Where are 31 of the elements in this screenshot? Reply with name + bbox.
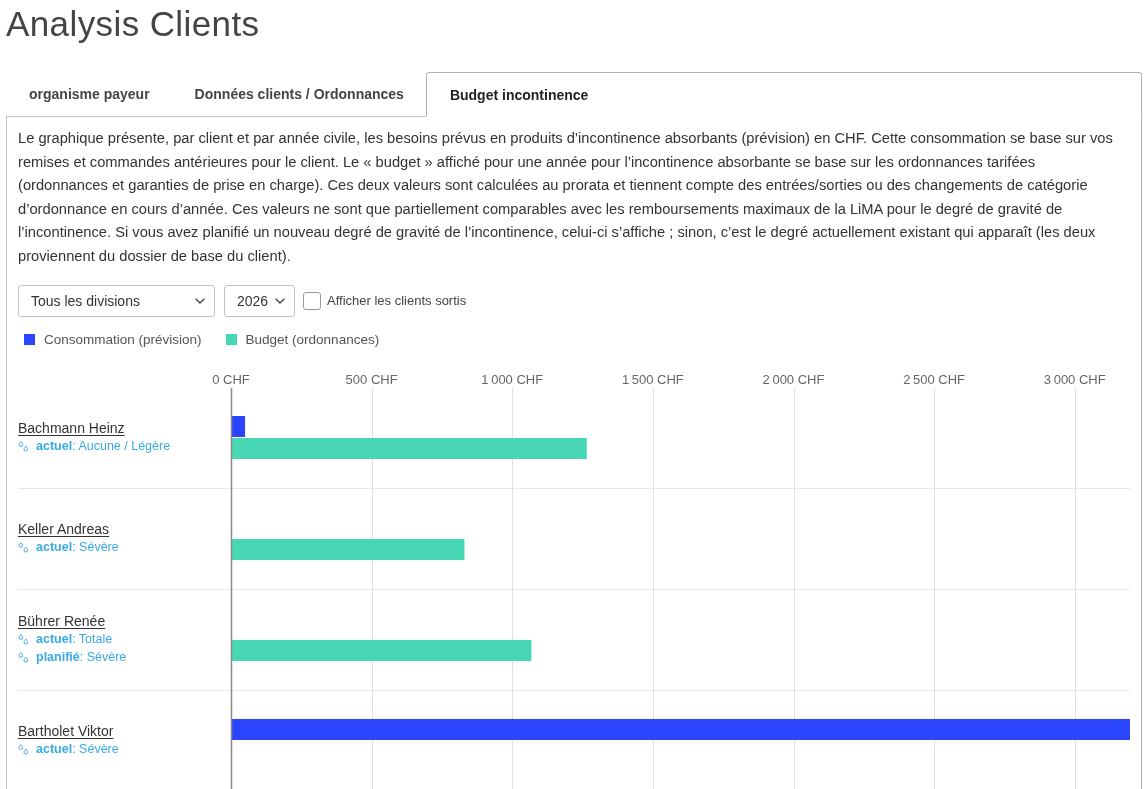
client-name-link[interactable]: Keller Andreas xyxy=(18,520,110,538)
axis-tick-label: 2 000 CHF xyxy=(762,372,825,387)
client-name-link[interactable]: Bachmann Heinz xyxy=(18,419,125,437)
chevron-down-icon xyxy=(195,298,205,304)
severity-text: actuel: Sévère xyxy=(36,539,119,556)
client-name-link[interactable]: Bührer Renée xyxy=(18,612,106,630)
description-text: Le graphique présente, par client et par année civile, les besoins prévus en produits d’incontinence absorbants (prévision) en CHF. Cette consommation se base sur vos remises et commandes antérieures pour le client. Le « budget » affiché pour une année pour l’incontinence absorbante se base sur les ordonnances tarifées (ordonnances et garanties de prise en charge). Ces deux valeurs sont calculées au prorata et tiennent compte des entrées/sorties ou des changements de catégorie d’ordonnance en cours d’année. Ces valeurs ne sont que partiellement comparables avec les remboursements maximaux de la LiMA pour le degré de gravité de l’incontinence. Si vous avez planifié un nouveau degré de gravité de l’incontinence, celui-ci s’affiche ; sinon, c’est le degré actuellement existant qui apparaît (les deux proviennent du dossier de base du client). xyxy=(18,129,1114,266)
severity-text: actuel: Totale xyxy=(36,631,113,648)
drops-icon xyxy=(18,651,29,663)
checkbox-label: Afficher les clients sortis xyxy=(327,292,467,308)
legend-label: Consommation (prévision) xyxy=(44,331,202,347)
legend-label: Budget (ordonnances) xyxy=(245,331,380,347)
axis-tick-label: 1 500 CHF xyxy=(621,372,684,387)
drops-icon xyxy=(18,633,29,645)
drops-icon xyxy=(18,743,29,755)
client-name-link[interactable]: Bartholet Viktor xyxy=(18,722,114,740)
year-select[interactable]: 2026 xyxy=(224,285,295,317)
severity-text: actuel: Aucune / Légère xyxy=(36,438,171,455)
severity-text: planifié: Sévère xyxy=(36,649,127,666)
chevron-down-icon xyxy=(275,298,285,304)
drops-icon xyxy=(18,440,29,452)
division-select[interactable]: Tous les divisions xyxy=(18,285,215,317)
severity-text: actuel: Sévère xyxy=(36,741,119,758)
axis-tick-label: 3 000 CHF xyxy=(1043,372,1106,387)
drops-icon xyxy=(18,541,29,553)
axis-tick-label: 2 500 CHF xyxy=(903,372,966,387)
axis-tick-label: 500 CHF xyxy=(345,372,398,387)
page-title: Analysis Clients xyxy=(6,3,260,45)
checkbox[interactable] xyxy=(303,292,321,310)
axis-tick-label: 0 CHF xyxy=(212,372,250,387)
axis-tick-label: 1 000 CHF xyxy=(481,372,544,387)
